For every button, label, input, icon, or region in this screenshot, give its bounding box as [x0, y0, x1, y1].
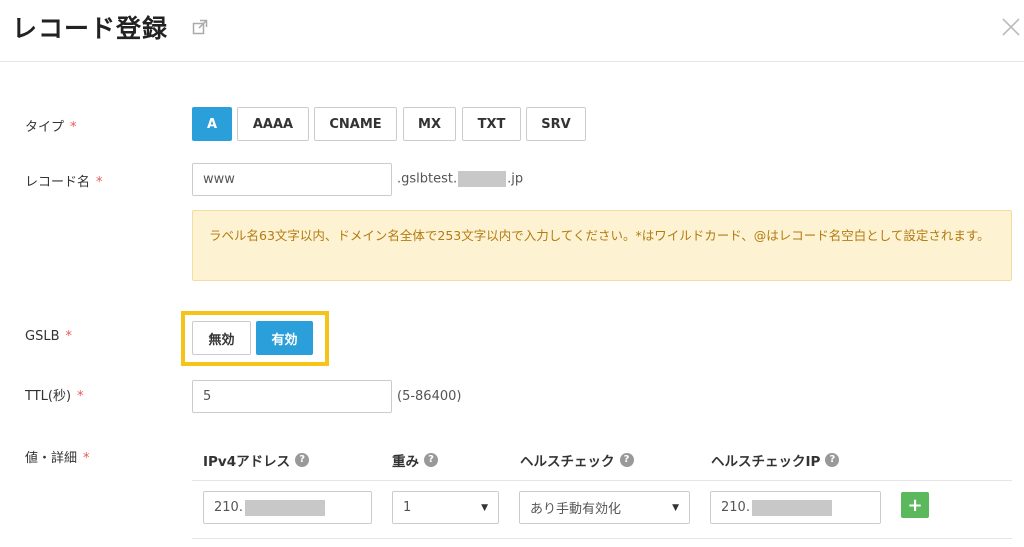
masked-ip: [244, 499, 325, 516]
masked-domain: [458, 171, 507, 187]
record-name-input[interactable]: www: [192, 163, 392, 196]
record-name-notice: ラベル名63文字以内、ドメイン名全体で253文字以内で入力してください。*はワイ…: [192, 210, 1012, 281]
ipv4-input[interactable]: 210.: [203, 491, 372, 524]
help-icon[interactable]: ?: [295, 453, 310, 467]
ttl-range: (5-86400): [397, 389, 462, 404]
table-divider: [192, 480, 1012, 481]
healthcheck-select[interactable]: あり手動有効化 ▼: [519, 491, 690, 524]
external-link-icon[interactable]: [192, 19, 208, 35]
caret-down-icon: ▼: [481, 502, 488, 513]
table-divider: [192, 538, 1012, 539]
gslb-off-button[interactable]: 無効: [192, 321, 251, 355]
record-name-label: レコード名 *: [25, 175, 103, 190]
modal-header: レコード登録: [0, 0, 1024, 62]
details-label: 値・詳細 *: [25, 451, 90, 466]
help-icon[interactable]: ?: [619, 453, 634, 467]
masked-ip: [751, 499, 832, 516]
ttl-input[interactable]: 5: [192, 380, 392, 413]
close-icon[interactable]: [1000, 16, 1022, 38]
gslb-label: GSLB *: [25, 329, 72, 344]
weight-select[interactable]: 1 ▼: [392, 491, 499, 524]
type-option-a[interactable]: A: [192, 107, 232, 141]
column-healthcheck: ヘルスチェック?: [520, 450, 634, 470]
column-weight: 重み?: [392, 450, 438, 470]
add-row-button[interactable]: +: [901, 492, 929, 518]
type-option-mx[interactable]: MX: [403, 107, 456, 141]
domain-suffix: .gslbtest. .jp: [397, 171, 524, 187]
page-title: レコード登録: [12, 14, 169, 43]
type-option-cname[interactable]: CNAME: [314, 107, 397, 141]
type-option-srv[interactable]: SRV: [526, 107, 586, 141]
type-option-aaaa[interactable]: AAAA: [237, 107, 309, 141]
column-healthcheck-ip: ヘルスチェックIP?: [711, 450, 840, 470]
healthcheck-ip-input[interactable]: 210.: [710, 491, 881, 524]
type-label: タイプ *: [25, 120, 77, 135]
column-ipv4: IPv4アドレス?: [203, 450, 310, 470]
ttl-label: TTL(秒) *: [25, 389, 84, 404]
help-icon[interactable]: ?: [825, 453, 840, 467]
help-icon[interactable]: ?: [424, 453, 438, 467]
type-option-txt[interactable]: TXT: [462, 107, 521, 141]
gslb-on-button[interactable]: 有効: [256, 321, 313, 355]
caret-down-icon: ▼: [672, 502, 679, 513]
